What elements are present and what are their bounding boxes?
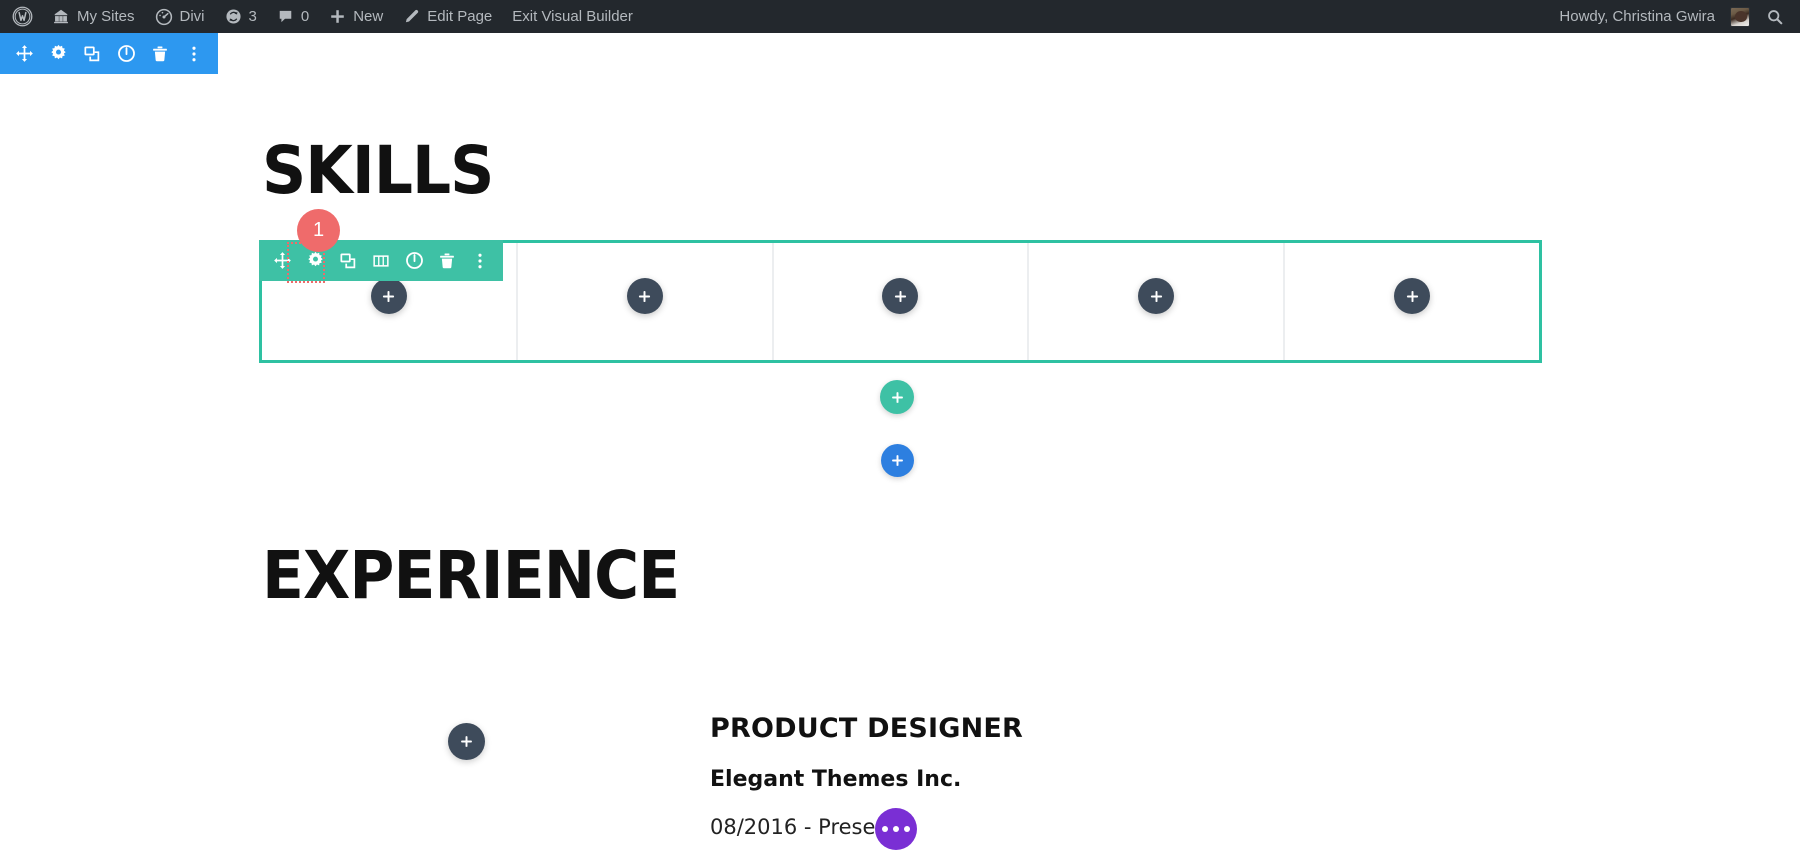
add-module-button-column-4[interactable]: [1138, 278, 1174, 314]
disable-section-button[interactable]: [110, 38, 142, 70]
admin-bar-label-updates: 3: [249, 8, 257, 25]
admin-bar-label-my-sites: My Sites: [77, 8, 135, 25]
experience-dates: 08/2016 - Present: [710, 815, 1210, 840]
ellipsis-dot-1: [882, 826, 888, 832]
admin-bar-item-wordpress[interactable]: [0, 0, 42, 33]
admin-bar-item-new[interactable]: New: [319, 0, 393, 33]
change-column-structure-button[interactable]: [365, 245, 397, 277]
admin-bar-item-exit-visual-builder[interactable]: Exit Visual Builder: [502, 0, 643, 33]
admin-bar-label-exit-visual-builder: Exit Visual Builder: [512, 8, 633, 25]
add-module-button-experience[interactable]: [448, 723, 485, 760]
admin-bar-item-divi[interactable]: Divi: [145, 0, 215, 33]
search-icon: [1766, 8, 1784, 26]
admin-bar-label-edit-page: Edit Page: [427, 8, 492, 25]
add-row-button[interactable]: [880, 380, 914, 414]
divi-dashboard-icon: [155, 8, 173, 26]
add-module-button-column-3[interactable]: [882, 278, 918, 314]
experience-job-title: PRODUCT DESIGNER: [710, 713, 1210, 745]
move-section-button[interactable]: [8, 38, 40, 70]
ellipsis-dot-3: [904, 826, 910, 832]
add-module-button-column-1[interactable]: [371, 278, 407, 314]
comments-icon: [277, 8, 294, 25]
disable-row-button[interactable]: [398, 245, 430, 277]
row-column-3[interactable]: [774, 243, 1030, 360]
visual-builder-canvas: SKILLS: [0, 33, 1800, 847]
admin-bar-item-my-sites[interactable]: My Sites: [42, 0, 145, 33]
section-more-options-button[interactable]: [178, 38, 210, 70]
row-toolbar: [259, 240, 503, 281]
delete-row-button[interactable]: [431, 245, 463, 277]
admin-bar-search-button[interactable]: [1752, 0, 1800, 33]
page-title-skills: SKILLS: [262, 138, 493, 204]
duplicate-row-button[interactable]: [332, 245, 364, 277]
row-more-options-button[interactable]: [464, 245, 496, 277]
admin-bar-greeting: Howdy, Christina Gwira: [1559, 8, 1715, 25]
experience-company: Elegant Themes Inc.: [710, 767, 1210, 793]
admin-bar-label-divi: Divi: [180, 8, 205, 25]
module-more-options-badge[interactable]: [875, 808, 917, 850]
experience-entry: PRODUCT DESIGNER Elegant Themes Inc. 08/…: [710, 713, 1210, 840]
delete-section-button[interactable]: [144, 38, 176, 70]
wp-admin-bar: My Sites Divi 3: [0, 0, 1800, 33]
move-row-button[interactable]: [266, 245, 298, 277]
row-column-2[interactable]: [518, 243, 774, 360]
ellipsis-dot-2: [893, 826, 899, 832]
admin-bar-item-my-account[interactable]: Howdy, Christina Gwira: [1549, 0, 1752, 33]
admin-bar-item-comments[interactable]: 0: [267, 0, 319, 33]
admin-bar-right-group: Howdy, Christina Gwira: [1549, 0, 1800, 33]
plus-icon: [329, 8, 346, 25]
add-section-button[interactable]: [881, 444, 914, 477]
admin-bar-item-updates[interactable]: 3: [215, 0, 267, 33]
avatar: [1730, 7, 1750, 27]
section-toolbar: [0, 33, 218, 74]
page-title-experience: EXPERIENCE: [262, 543, 679, 609]
add-module-button-column-5[interactable]: [1394, 278, 1430, 314]
admin-bar-item-edit-page[interactable]: Edit Page: [393, 0, 502, 33]
add-module-button-column-2[interactable]: [627, 278, 663, 314]
duplicate-section-button[interactable]: [76, 38, 108, 70]
updates-icon: [225, 8, 242, 25]
admin-bar-label-new: New: [353, 8, 383, 25]
row-column-4[interactable]: [1029, 243, 1285, 360]
my-sites-icon: [52, 8, 70, 26]
pencil-icon: [403, 8, 420, 25]
row-column-5[interactable]: [1285, 243, 1539, 360]
wordpress-logo-icon: [12, 6, 33, 27]
section-settings-button[interactable]: [42, 38, 74, 70]
admin-bar-label-comments: 0: [301, 8, 309, 25]
step-badge: 1: [297, 209, 340, 252]
